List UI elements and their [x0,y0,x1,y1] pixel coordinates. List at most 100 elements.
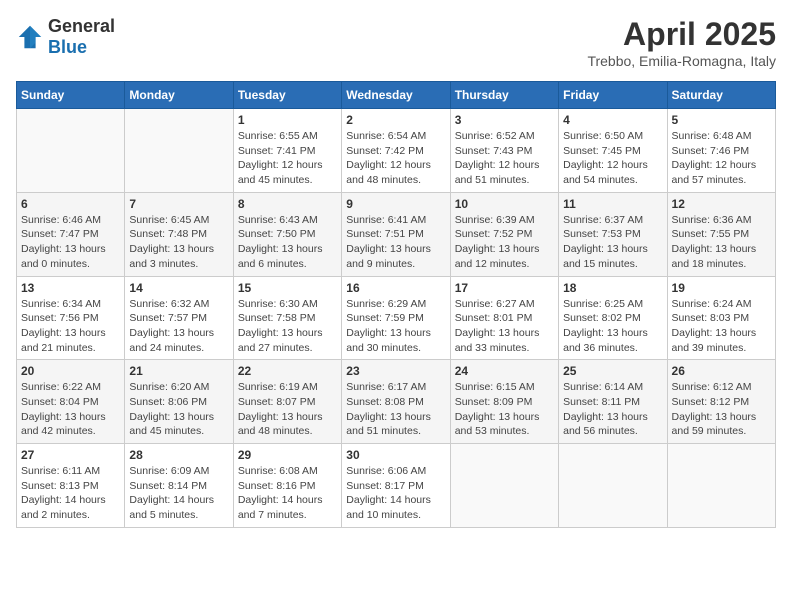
day-number: 28 [129,448,228,462]
weekday-header-friday: Friday [559,82,667,109]
calendar-cell: 17Sunrise: 6:27 AMSunset: 8:01 PMDayligh… [450,276,558,360]
day-info: Sunrise: 6:37 AMSunset: 7:53 PMDaylight:… [563,213,662,272]
day-info: Sunrise: 6:15 AMSunset: 8:09 PMDaylight:… [455,380,554,439]
day-number: 7 [129,197,228,211]
day-number: 10 [455,197,554,211]
calendar-cell: 30 Sunrise: 6:06 AMSunset: 8:17 PMDayligh… [342,444,450,528]
calendar-cell: 27 Sunrise: 6:11 AMSunset: 8:13 PMDayligh… [17,444,125,528]
day-number: 16 [346,281,445,295]
day-info: Sunrise: 6:32 AMSunset: 7:57 PMDaylight:… [129,297,228,356]
calendar-cell: 9 Sunrise: 6:41 AMSunset: 7:51 PMDaylight… [342,192,450,276]
calendar-week-3: 13 Sunrise: 6:34 AMSunset: 7:56 PMDayligh… [17,276,776,360]
weekday-row: SundayMondayTuesdayWednesdayThursdayFrid… [17,82,776,109]
calendar-cell: 7 Sunrise: 6:45 AMSunset: 7:48 PMDaylight… [125,192,233,276]
calendar-cell: 6 Sunrise: 6:46 AMSunset: 7:47 PMDaylight… [17,192,125,276]
day-info: Sunrise: 6:29 AMSunset: 7:59 PMDaylight:… [346,297,445,356]
day-number: 3 [455,113,554,127]
calendar-cell [559,444,667,528]
calendar-cell: 26Sunrise: 6:12 AMSunset: 8:12 PMDayligh… [667,360,775,444]
weekday-header-monday: Monday [125,82,233,109]
calendar-week-5: 27 Sunrise: 6:11 AMSunset: 8:13 PMDayligh… [17,444,776,528]
day-number: 6 [21,197,120,211]
title-block: April 2025 Trebbo, Emilia-Romagna, Italy [587,16,776,69]
logo: General Blue [16,16,115,58]
day-info: Sunrise: 6:36 AMSunset: 7:55 PMDaylight:… [672,213,771,272]
calendar-cell: 11 Sunrise: 6:37 AMSunset: 7:53 PMDayligh… [559,192,667,276]
day-info: Sunrise: 6:27 AMSunset: 8:01 PMDaylight:… [455,297,554,356]
weekday-header-wednesday: Wednesday [342,82,450,109]
day-number: 1 [238,113,337,127]
day-info: Sunrise: 6:55 AMSunset: 7:41 PMDaylight:… [238,129,337,188]
calendar-cell: 19 Sunrise: 6:24 AMSunset: 8:03 PMDayligh… [667,276,775,360]
day-number: 19 [672,281,771,295]
day-info: Sunrise: 6:17 AMSunset: 8:08 PMDaylight:… [346,380,445,439]
day-number: 14 [129,281,228,295]
day-info: Sunrise: 6:48 AMSunset: 7:46 PMDaylight:… [672,129,771,188]
day-info: Sunrise: 6:39 AMSunset: 7:52 PMDaylight:… [455,213,554,272]
day-number: 26 [672,364,771,378]
day-info: Sunrise: 6:46 AMSunset: 7:47 PMDaylight:… [21,213,120,272]
weekday-header-tuesday: Tuesday [233,82,341,109]
day-number: 25 [563,364,662,378]
calendar-cell [17,109,125,193]
calendar-body: 1 Sunrise: 6:55 AMSunset: 7:41 PMDaylight… [17,109,776,528]
day-number: 29 [238,448,337,462]
calendar-cell: 14 Sunrise: 6:32 AMSunset: 7:57 PMDayligh… [125,276,233,360]
logo-icon [16,23,44,51]
day-number: 21 [129,364,228,378]
calendar-cell: 2Sunrise: 6:54 AMSunset: 7:42 PMDaylight… [342,109,450,193]
day-info: Sunrise: 6:45 AMSunset: 7:48 PMDaylight:… [129,213,228,272]
day-info: Sunrise: 6:43 AMSunset: 7:50 PMDaylight:… [238,213,337,272]
day-number: 18 [563,281,662,295]
day-number: 12 [672,197,771,211]
day-number: 23 [346,364,445,378]
day-info: Sunrise: 6:20 AMSunset: 8:06 PMDaylight:… [129,380,228,439]
weekday-header-sunday: Sunday [17,82,125,109]
day-info: Sunrise: 6:24 AMSunset: 8:03 PMDaylight:… [672,297,771,356]
day-info: Sunrise: 6:19 AMSunset: 8:07 PMDaylight:… [238,380,337,439]
day-number: 24 [455,364,554,378]
day-info: Sunrise: 6:25 AMSunset: 8:02 PMDaylight:… [563,297,662,356]
location: Trebbo, Emilia-Romagna, Italy [587,53,776,69]
page-header: General Blue April 2025 Trebbo, Emilia-R… [16,16,776,69]
day-info: Sunrise: 6:34 AMSunset: 7:56 PMDaylight:… [21,297,120,356]
day-number: 2 [346,113,445,127]
day-info: Sunrise: 6:11 AMSunset: 8:13 PMDaylight:… [21,464,120,523]
calendar-cell: 8 Sunrise: 6:43 AMSunset: 7:50 PMDaylight… [233,192,341,276]
day-info: Sunrise: 6:50 AMSunset: 7:45 PMDaylight:… [563,129,662,188]
day-info: Sunrise: 6:08 AMSunset: 8:16 PMDaylight:… [238,464,337,523]
calendar-cell: 1 Sunrise: 6:55 AMSunset: 7:41 PMDaylight… [233,109,341,193]
calendar-cell: 24 Sunrise: 6:15 AMSunset: 8:09 PMDayligh… [450,360,558,444]
day-info: Sunrise: 6:06 AMSunset: 8:17 PMDaylight:… [346,464,445,523]
day-info: Sunrise: 6:22 AMSunset: 8:04 PMDaylight:… [21,380,120,439]
day-number: 27 [21,448,120,462]
calendar-cell [667,444,775,528]
calendar-cell: 21 Sunrise: 6:20 AMSunset: 8:06 PMDayligh… [125,360,233,444]
day-info: Sunrise: 6:52 AMSunset: 7:43 PMDaylight:… [455,129,554,188]
calendar-cell: 28Sunrise: 6:09 AMSunset: 8:14 PMDayligh… [125,444,233,528]
day-number: 22 [238,364,337,378]
calendar-cell: 16 Sunrise: 6:29 AMSunset: 7:59 PMDayligh… [342,276,450,360]
day-number: 8 [238,197,337,211]
calendar-cell: 10 Sunrise: 6:39 AMSunset: 7:52 PMDayligh… [450,192,558,276]
calendar-table: SundayMondayTuesdayWednesdayThursdayFrid… [16,81,776,528]
calendar-cell [125,109,233,193]
logo-text-blue: Blue [48,37,87,57]
day-info: Sunrise: 6:41 AMSunset: 7:51 PMDaylight:… [346,213,445,272]
day-number: 11 [563,197,662,211]
day-info: Sunrise: 6:14 AMSunset: 8:11 PMDaylight:… [563,380,662,439]
calendar-week-1: 1 Sunrise: 6:55 AMSunset: 7:41 PMDaylight… [17,109,776,193]
day-number: 5 [672,113,771,127]
calendar-week-4: 20Sunrise: 6:22 AMSunset: 8:04 PMDayligh… [17,360,776,444]
day-number: 9 [346,197,445,211]
month-title: April 2025 [587,16,776,53]
calendar-cell: 25 Sunrise: 6:14 AMSunset: 8:11 PMDayligh… [559,360,667,444]
day-number: 30 [346,448,445,462]
day-number: 15 [238,281,337,295]
calendar-header: SundayMondayTuesdayWednesdayThursdayFrid… [17,82,776,109]
calendar-cell: 13 Sunrise: 6:34 AMSunset: 7:56 PMDayligh… [17,276,125,360]
day-number: 13 [21,281,120,295]
calendar-cell [450,444,558,528]
calendar-cell: 12 Sunrise: 6:36 AMSunset: 7:55 PMDayligh… [667,192,775,276]
weekday-header-saturday: Saturday [667,82,775,109]
